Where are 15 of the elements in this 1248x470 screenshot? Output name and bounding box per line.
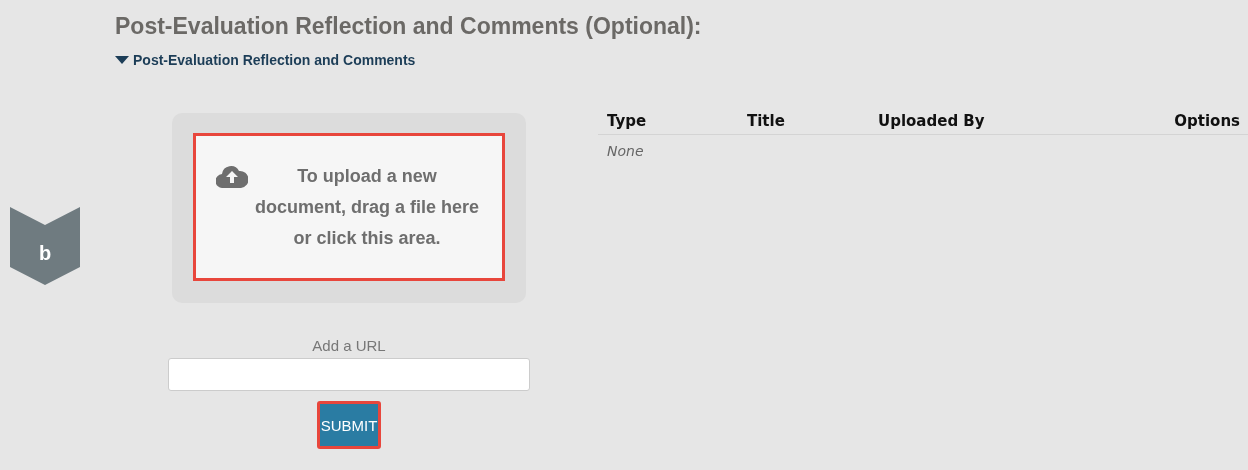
column-header: Title (747, 112, 786, 130)
column-header: Uploaded By (878, 112, 986, 130)
section-heading: Post-Evaluation Reflection and Comments (Optional): (115, 12, 702, 41)
caret-icon (115, 55, 129, 65)
submit-button[interactable]: SUBMIT (317, 401, 381, 449)
upload-instructions: To upload a new document, drag a file here or click this area. (253, 164, 481, 250)
upload-drop-area[interactable]: To upload a new document, drag a file here or click this area. (193, 133, 505, 281)
url-label: Add a URL (312, 337, 386, 354)
column-header: Type (607, 112, 648, 130)
cloud-upload-icon (216, 163, 248, 188)
section-toggle[interactable]: Post-Evaluation Reflection and Comments (115, 52, 416, 68)
bookmark-badge: b (10, 207, 80, 285)
column-header: Options (1174, 112, 1240, 130)
url-input-field[interactable] (168, 358, 530, 391)
empty-table-text: None (606, 142, 645, 161)
